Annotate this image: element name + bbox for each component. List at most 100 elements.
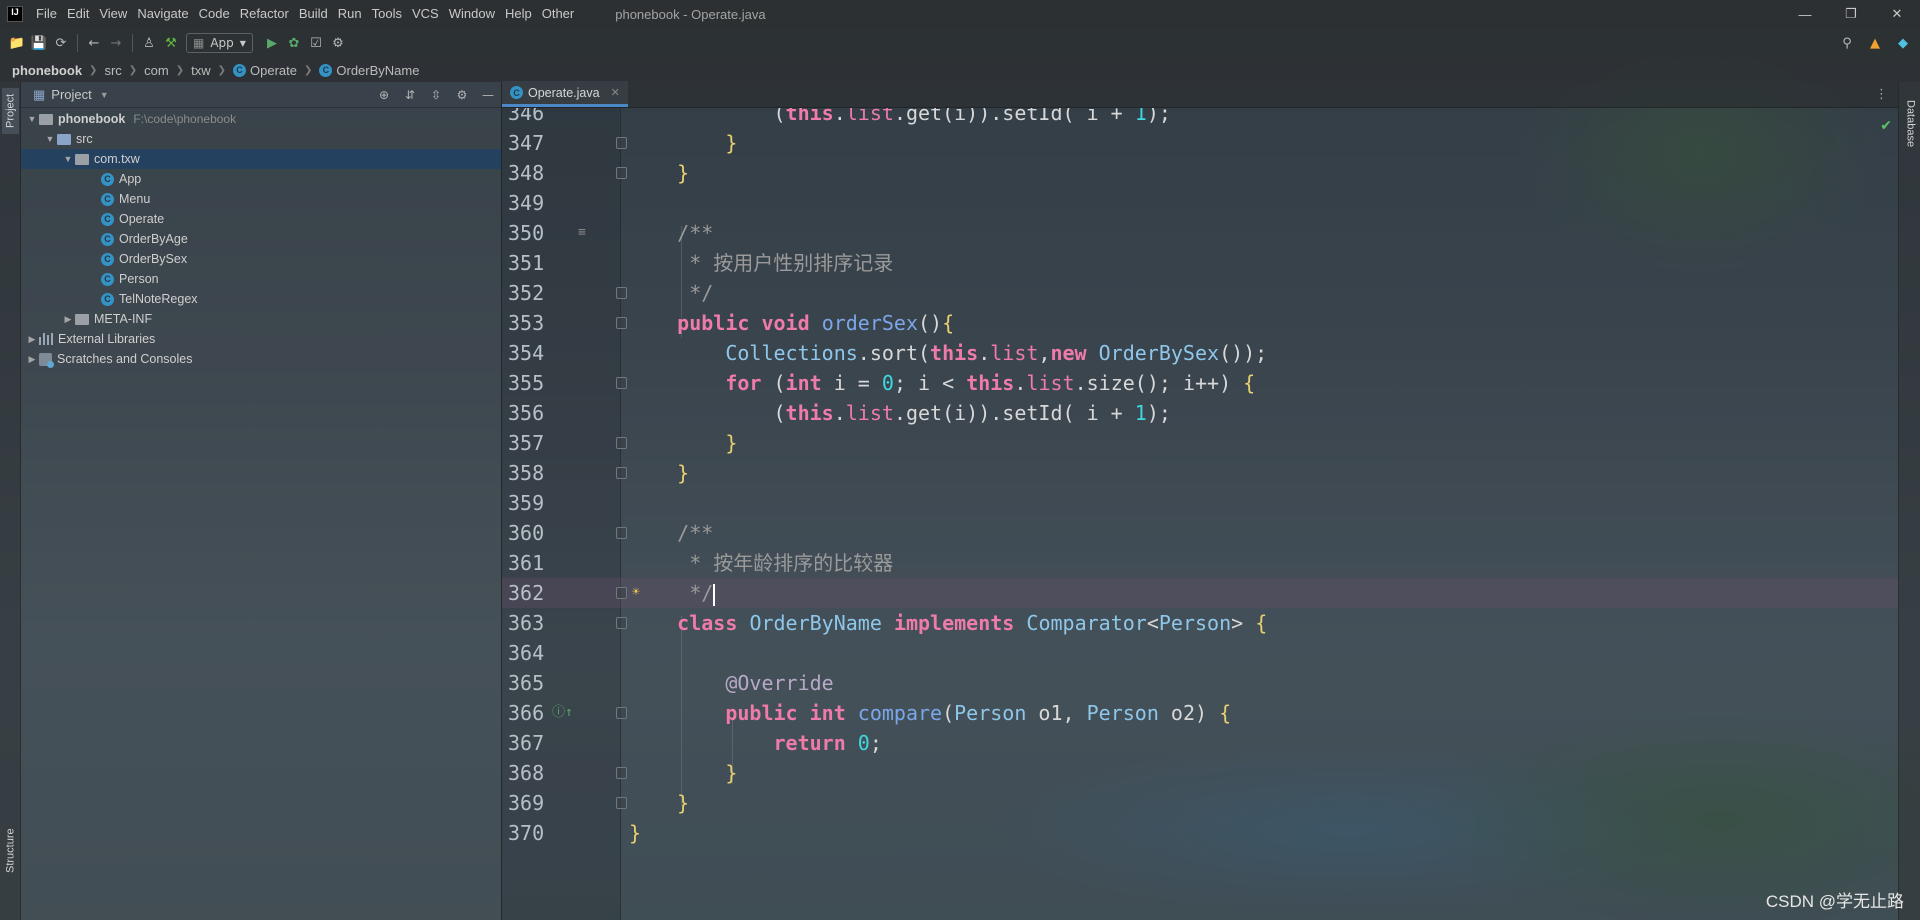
- code-line[interactable]: 350 ≡ /**: [502, 218, 1898, 248]
- code-line[interactable]: 365 @Override: [502, 668, 1898, 698]
- menu-refactor[interactable]: Refactor: [235, 0, 294, 28]
- breadcrumb-txw[interactable]: txw: [191, 63, 211, 78]
- line-number[interactable]: 354: [508, 338, 548, 368]
- tree-item-phonebook[interactable]: ▼ phonebook F:\code\phonebook: [21, 109, 501, 129]
- menu-other[interactable]: Other: [537, 0, 580, 28]
- tree-item-scratches[interactable]: ▶ Scratches and Consoles: [21, 349, 501, 369]
- breadcrumb-orderbyname[interactable]: C OrderByName: [319, 63, 419, 78]
- doc-render-icon[interactable]: ≡: [578, 218, 586, 248]
- line-number[interactable]: 364: [508, 638, 548, 668]
- tree-item-class[interactable]: C TelNoteRegex: [21, 289, 501, 309]
- line-number[interactable]: 368: [508, 758, 548, 788]
- restore-icon[interactable]: ❐: [1828, 0, 1874, 28]
- line-number[interactable]: 358: [508, 458, 548, 488]
- code-line[interactable]: 348 }: [502, 158, 1898, 188]
- code-line[interactable]: 362 ☀ */: [502, 578, 1898, 608]
- chevron-right-icon[interactable]: ▶: [25, 334, 39, 345]
- override-icon[interactable]: ⓘ↑: [552, 698, 573, 728]
- code-line[interactable]: 352 */: [502, 278, 1898, 308]
- code-line[interactable]: 360 /**: [502, 518, 1898, 548]
- save-icon[interactable]: 💾: [28, 32, 50, 54]
- minimize-icon[interactable]: —: [1782, 0, 1828, 28]
- tree-item-class[interactable]: C Person: [21, 269, 501, 289]
- line-number[interactable]: 359: [508, 488, 548, 518]
- code-line[interactable]: 359: [502, 488, 1898, 518]
- code-line[interactable]: 361 * 按年龄排序的比较器: [502, 548, 1898, 578]
- gear-icon[interactable]: ⚙: [453, 86, 471, 104]
- run-configuration-select[interactable]: ▦ App ▼: [186, 33, 253, 53]
- build-hammer-icon[interactable]: ⚒: [160, 32, 182, 54]
- database-tool-tab[interactable]: Database: [1902, 86, 1919, 162]
- tab-operate-java[interactable]: C Operate.java ✕: [502, 81, 628, 107]
- close-tab-icon[interactable]: ✕: [611, 86, 620, 99]
- chevron-right-icon[interactable]: ▶: [61, 314, 75, 325]
- chevron-down-icon[interactable]: ▼: [43, 134, 57, 144]
- line-number[interactable]: 352: [508, 278, 548, 308]
- fold-marker-icon[interactable]: [616, 527, 627, 539]
- update-icon[interactable]: ▲: [1864, 32, 1886, 54]
- code-area[interactable]: 346 (this.list.get(i)).setId( i + 1); 347…: [502, 108, 1898, 920]
- breadcrumb-com[interactable]: com: [144, 63, 169, 78]
- tree-item-external-libraries[interactable]: ▶ External Libraries: [21, 329, 501, 349]
- fold-marker-icon[interactable]: [616, 587, 627, 599]
- project-panel-title[interactable]: Project: [51, 87, 91, 102]
- fold-marker-icon[interactable]: [616, 377, 627, 389]
- search-icon[interactable]: ⚲: [1836, 32, 1858, 54]
- fold-marker-icon[interactable]: [616, 767, 627, 779]
- locate-icon[interactable]: ⊕: [375, 86, 393, 104]
- tree-item-meta-inf[interactable]: ▶ META-INF: [21, 309, 501, 329]
- intellij-logo-icon[interactable]: IJ: [7, 6, 23, 22]
- expand-all-icon[interactable]: ⇵: [401, 86, 419, 104]
- code-line[interactable]: 357 }: [502, 428, 1898, 458]
- line-number[interactable]: 367: [508, 728, 548, 758]
- breadcrumb-operate[interactable]: C Operate: [233, 63, 297, 78]
- close-icon[interactable]: ✕: [1874, 0, 1920, 28]
- line-number[interactable]: 353: [508, 308, 548, 338]
- menu-window[interactable]: Window: [444, 0, 500, 28]
- inspection-ok-icon[interactable]: ✔: [1880, 118, 1892, 134]
- open-folder-icon[interactable]: 📁: [6, 32, 28, 54]
- menu-run[interactable]: Run: [333, 0, 367, 28]
- code-line[interactable]: 368 }: [502, 758, 1898, 788]
- debug-icon[interactable]: ✿: [283, 32, 305, 54]
- project-tool-tab[interactable]: Project: [2, 88, 19, 134]
- fold-marker-icon[interactable]: [616, 707, 627, 719]
- fold-marker-icon[interactable]: [616, 467, 627, 479]
- breadcrumb-src[interactable]: src: [104, 63, 121, 78]
- menu-help[interactable]: Help: [500, 0, 537, 28]
- more-vertical-icon[interactable]: ⋮: [1875, 87, 1888, 102]
- fold-marker-icon[interactable]: [616, 797, 627, 809]
- fold-marker-icon[interactable]: [616, 617, 627, 629]
- breadcrumb-phonebook[interactable]: phonebook: [12, 63, 82, 78]
- line-number[interactable]: 349: [508, 188, 548, 218]
- line-number[interactable]: 355: [508, 368, 548, 398]
- tree-item-class[interactable]: C Menu: [21, 189, 501, 209]
- line-number[interactable]: 357: [508, 428, 548, 458]
- menu-view[interactable]: View: [94, 0, 132, 28]
- line-number[interactable]: 348: [508, 158, 548, 188]
- line-number[interactable]: 346: [508, 108, 548, 128]
- coverage-icon[interactable]: ☑: [305, 32, 327, 54]
- code-line[interactable]: 355 for (int i = 0; i < this.list.size()…: [502, 368, 1898, 398]
- menu-build[interactable]: Build: [294, 0, 333, 28]
- code-line[interactable]: 346 (this.list.get(i)).setId( i + 1);: [502, 108, 1898, 128]
- tree-item-class[interactable]: C OrderBySex: [21, 249, 501, 269]
- code-line[interactable]: 354 Collections.sort(this.list,new Order…: [502, 338, 1898, 368]
- menu-navigate[interactable]: Navigate: [132, 0, 193, 28]
- user-icon[interactable]: ♙: [138, 32, 160, 54]
- fold-marker-icon[interactable]: [616, 167, 627, 179]
- line-number[interactable]: 369: [508, 788, 548, 818]
- tree-item-class[interactable]: C Operate: [21, 209, 501, 229]
- tree-item-package[interactable]: ▼ com.txw: [21, 149, 501, 169]
- line-number[interactable]: 350: [508, 218, 548, 248]
- structure-tool-tab[interactable]: Structure: [2, 820, 19, 882]
- forward-arrow-icon[interactable]: →: [105, 32, 127, 54]
- line-number[interactable]: 361: [508, 548, 548, 578]
- sync-icon[interactable]: ⟳: [50, 32, 72, 54]
- line-number[interactable]: 363: [508, 608, 548, 638]
- tree-item-class[interactable]: C OrderByAge: [21, 229, 501, 249]
- fold-marker-icon[interactable]: [616, 137, 627, 149]
- line-number[interactable]: 356: [508, 398, 548, 428]
- chevron-down-icon[interactable]: ▼: [100, 90, 109, 100]
- menu-file[interactable]: File: [31, 0, 62, 28]
